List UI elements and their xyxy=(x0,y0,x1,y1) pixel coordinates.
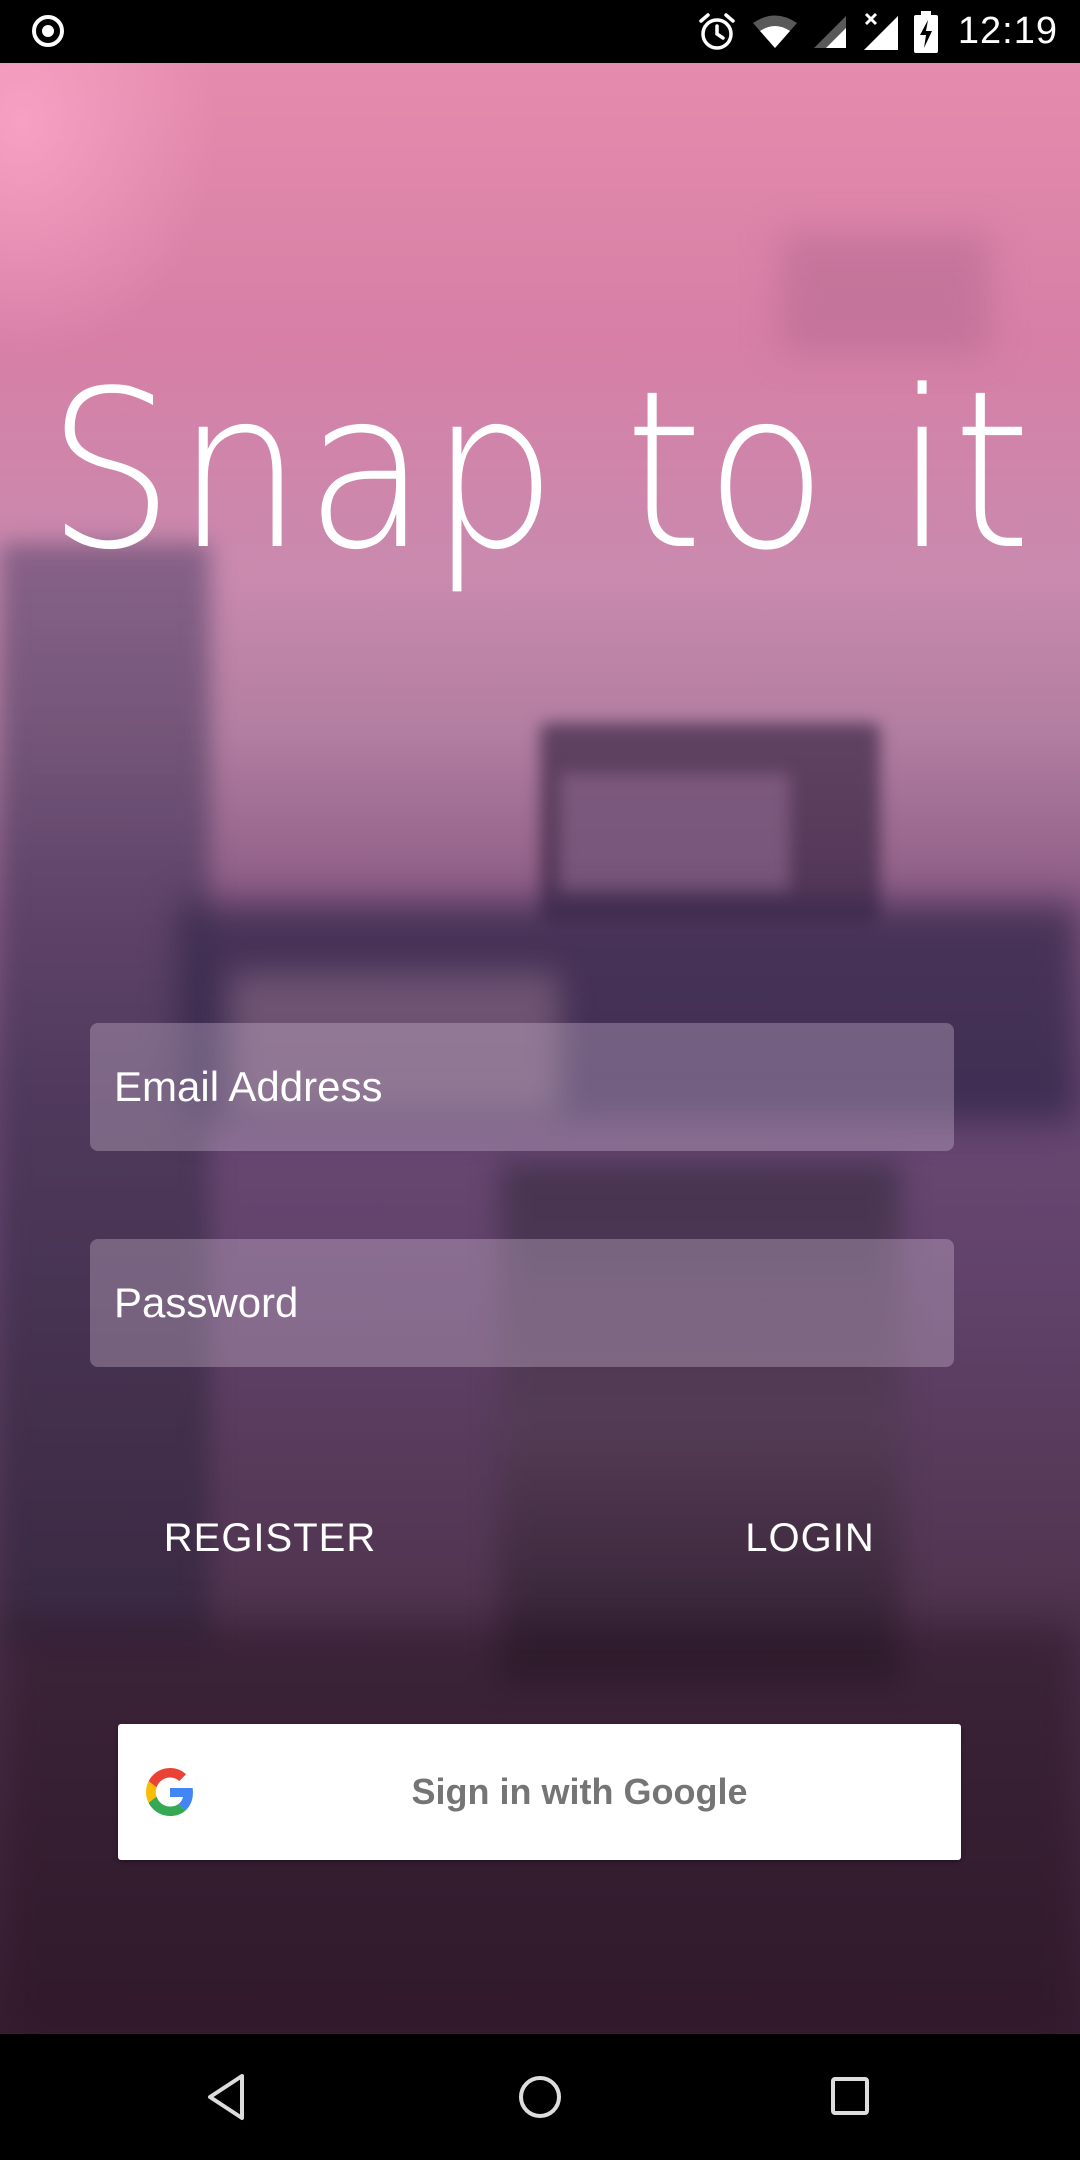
password-placeholder: Password xyxy=(114,1279,299,1326)
navigation-bar xyxy=(0,2034,1080,2160)
app-title: Snap to it xyxy=(46,345,1034,598)
background-vent xyxy=(780,233,990,353)
register-button[interactable]: REGISTER xyxy=(140,1498,400,1578)
signal-icon xyxy=(813,15,846,48)
status-bar: 12:19 xyxy=(0,0,1080,63)
password-field[interactable]: Password xyxy=(90,1239,954,1367)
login-screen: Snap to it Email Address Password REGIST… xyxy=(0,63,1080,2034)
alarm-icon xyxy=(699,12,735,50)
battery-charging-icon xyxy=(913,10,938,53)
home-icon[interactable] xyxy=(507,2064,573,2130)
email-field[interactable]: Email Address xyxy=(90,1023,954,1151)
background-glow xyxy=(0,63,220,363)
record-icon xyxy=(32,15,64,47)
google-signin-button[interactable]: Sign in with Google xyxy=(118,1724,961,1860)
wifi-icon xyxy=(752,15,797,48)
recents-icon[interactable] xyxy=(818,2064,884,2130)
google-signin-label: Sign in with Google xyxy=(411,1771,748,1812)
email-placeholder: Email Address xyxy=(114,1063,383,1110)
status-time: 12:19 xyxy=(957,10,1058,52)
back-icon[interactable] xyxy=(196,2064,262,2130)
background-microwave-window xyxy=(560,773,790,893)
signal-no-data-icon xyxy=(863,12,898,50)
status-icons: 12:19 xyxy=(696,0,1058,63)
login-button[interactable]: LOGIN xyxy=(710,1498,910,1578)
google-logo-icon xyxy=(146,1768,193,1816)
